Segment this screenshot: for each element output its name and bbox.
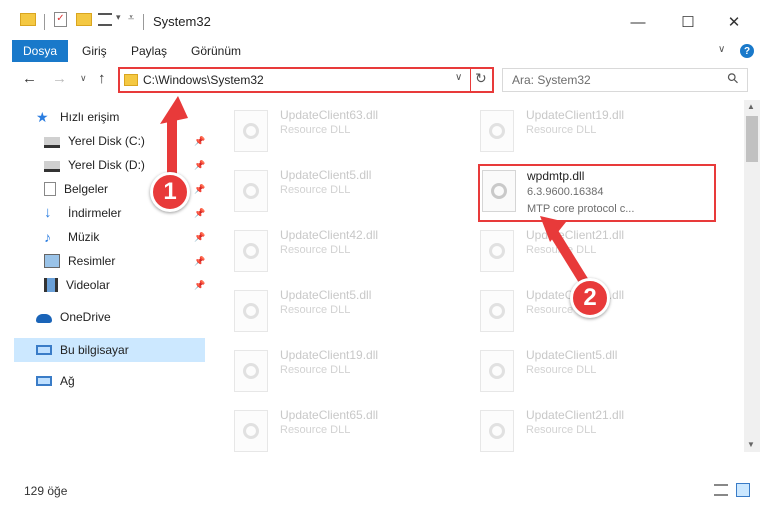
step-badge-1: 1 <box>150 172 190 212</box>
annotation-arrows <box>160 96 593 291</box>
step-badge-2: 2 <box>570 278 610 318</box>
arrow-1 <box>160 96 188 180</box>
arrow-2 <box>540 216 593 291</box>
